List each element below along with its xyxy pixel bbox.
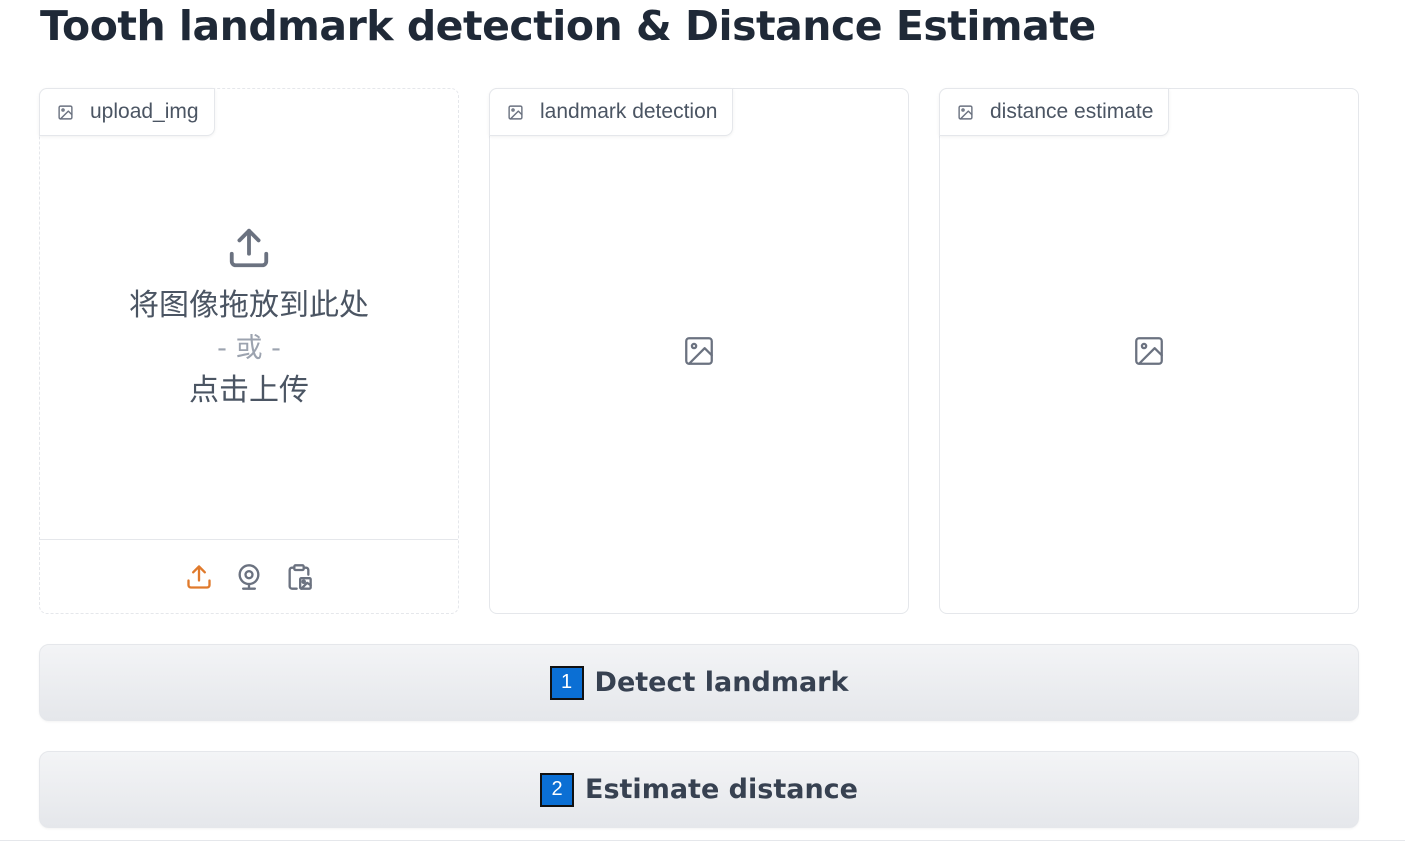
image-placeholder-icon — [685, 337, 713, 365]
distance-estimate-panel: distance estimate — [939, 88, 1359, 614]
detect-landmark-button[interactable]: 1 Detect landmark — [39, 644, 1359, 721]
landmark-detection-label: landmark detection — [489, 88, 734, 136]
drop-text: 将图像拖放到此处 — [129, 288, 369, 323]
distance-estimate-label: distance estimate — [939, 88, 1170, 136]
upload-icon — [229, 228, 269, 268]
detect-landmark-label: Detect landmark — [594, 667, 849, 698]
image-drop-zone[interactable]: 将图像拖放到此处 - 或 - 点击上传 — [40, 137, 458, 539]
keycap-2-icon: 2 — [540, 772, 575, 807]
empty-image-placeholder — [1132, 334, 1166, 368]
or-text: - 或 - — [217, 333, 281, 364]
image-icon — [957, 104, 974, 121]
keycap-1-icon: 1 — [549, 665, 584, 700]
webcam-source-button[interactable] — [235, 563, 263, 591]
upload-icon — [187, 565, 211, 589]
click-to-upload-text: 点击上传 — [189, 373, 309, 408]
empty-image-placeholder — [682, 334, 716, 368]
clipboard-icon — [288, 564, 312, 590]
landmark-detection-panel: landmark detection — [489, 88, 909, 614]
landmark-detection-label-text: landmark detection — [540, 100, 718, 123]
upload-img-panel: upload_img 将图像拖放到此处 - 或 - 点击上传 — [39, 88, 459, 614]
upload-img-label: upload_img — [39, 88, 215, 136]
webcam-icon — [238, 564, 260, 590]
image-source-selector — [40, 539, 458, 614]
image-icon — [507, 104, 524, 121]
divider — [0, 840, 1405, 841]
image-placeholder-icon — [1135, 337, 1163, 365]
estimate-distance-label: Estimate distance — [585, 774, 858, 805]
upload-img-label-text: upload_img — [90, 100, 199, 123]
clipboard-source-button[interactable] — [285, 563, 313, 591]
upload-source-button[interactable] — [185, 563, 213, 591]
distance-estimate-label-text: distance estimate — [990, 100, 1154, 123]
estimate-distance-button[interactable]: 2 Estimate distance — [39, 751, 1359, 828]
page-title: Tooth landmark detection & Distance Esti… — [40, 2, 1096, 50]
image-icon — [57, 104, 74, 121]
app-page: Tooth landmark detection & Distance Esti… — [0, 0, 1405, 842]
